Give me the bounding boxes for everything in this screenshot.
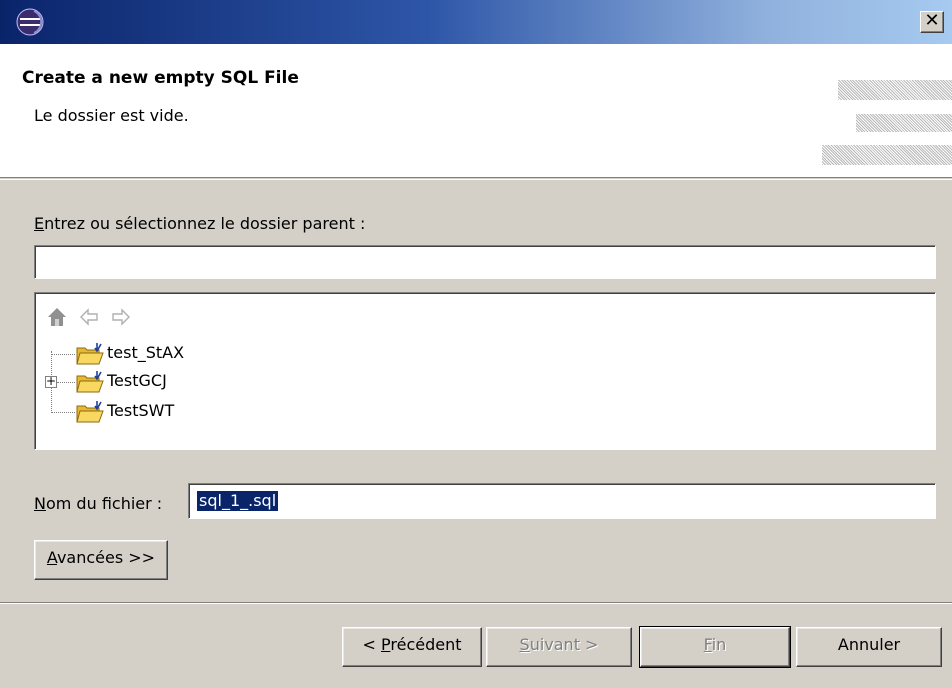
tree-connector (51, 354, 75, 355)
project-folder-icon (76, 371, 104, 393)
tree-item-testgcj[interactable]: + TestGCJ (35, 369, 935, 395)
back-arrow-icon[interactable] (77, 305, 101, 329)
previous-button[interactable]: < Précédent (342, 627, 482, 667)
tree-item-testswt[interactable]: TestSWT (35, 399, 935, 425)
tree-item-label: test_StAX (107, 343, 185, 362)
project-folder-icon (76, 401, 104, 423)
parent-folder-label: Entrez ou sélectionnez le dossier parent… (34, 214, 366, 233)
wizard-header: Create a new empty SQL File Le dossier e… (0, 44, 952, 178)
title-bar[interactable]: ✕ (0, 0, 952, 44)
advanced-button[interactable]: Avancées >> (34, 540, 168, 580)
divider (0, 603, 952, 604)
header-banner-graphic (838, 80, 952, 100)
tree-item-label: TestSWT (107, 401, 175, 420)
divider (0, 179, 952, 180)
project-folder-icon (76, 343, 104, 365)
tree-item-test-stax[interactable]: test_StAX (35, 341, 935, 367)
file-name-label: Nom du fichier : (34, 494, 163, 513)
next-button[interactable]: Suivant > (486, 627, 632, 667)
forward-arrow-icon[interactable] (109, 305, 133, 329)
cancel-button[interactable]: Annuler (796, 627, 942, 667)
finish-button[interactable]: Fin (639, 626, 791, 668)
tree-connector (57, 382, 75, 383)
header-banner-graphic (856, 114, 952, 132)
header-banner-graphic (822, 145, 952, 165)
tree-connector (51, 412, 75, 413)
file-name-value: sql_1_.sql (197, 491, 279, 511)
wizard-message: Le dossier est vide. (34, 106, 189, 125)
file-name-input[interactable]: sql_1_.sql (188, 483, 936, 519)
parent-folder-input[interactable] (34, 245, 936, 279)
close-button[interactable]: ✕ (920, 11, 944, 33)
tree-item-label: TestGCJ (107, 371, 167, 390)
eclipse-app-icon (16, 8, 44, 36)
home-icon[interactable] (45, 305, 69, 329)
close-icon: ✕ (924, 10, 940, 31)
wizard-title: Create a new empty SQL File (22, 68, 299, 88)
expand-icon[interactable]: + (45, 375, 57, 388)
folder-tree[interactable]: test_StAX + TestGCJ TestSWT (34, 292, 936, 450)
